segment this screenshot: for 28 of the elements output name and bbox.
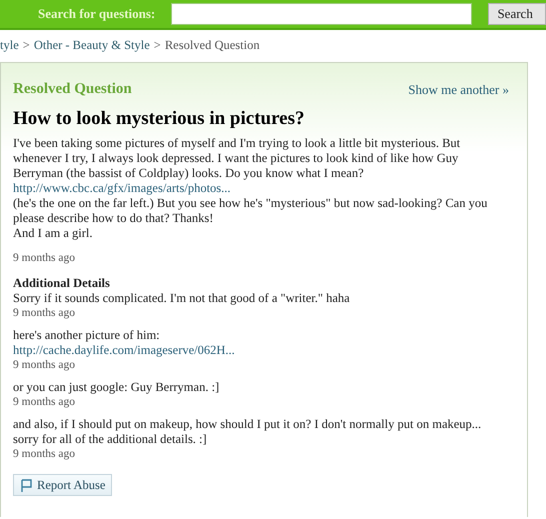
breadcrumb-link[interactable]: Other - Beauty & Style [34,38,150,56]
flag-icon [20,478,33,492]
breadcrumb-separator: > [154,38,161,54]
url-link[interactable]: http://www.cbc.ca/gfx/images/arts/photos... [13,181,231,196]
paragraph: or you can just google: Guy Berryman. :] [13,380,220,395]
search-button[interactable]: Search [488,3,546,25]
breadcrumb-separator: > [22,38,30,54]
paragraph: I've been taking some pictures of myself and I'm trying to look a little bit mysterious. But whenever I try, I always look depressed. I want the pictures to look kind of like how Guy Berryman (the bassist of Coldplay) looks. Do you know what I mean? [13,136,462,181]
paragraph: Sorry if it sounds complicated. I'm not that good of a "writer." haha [13,291,351,306]
paragraph: (he's the one on the far left.) But you see how he's "mysterious" but now sad-looking? Can you please describe how to do that? Thanks! [13,196,488,226]
breadcrumb-current: Resolved Question [164,38,260,54]
paragraph: and also, if I should put on makeup, how should I put it on? I don't normally put on makeup... sorry for all of the additional details. :] [13,417,482,447]
timestamp: 9 months ago [13,307,75,319]
details-heading: Additional Details [13,276,110,291]
section-heading: Resolved Question [13,81,132,98]
report-abuse-button[interactable]: Report Abuse [13,474,112,496]
show-another-link[interactable]: Show me another » [408,82,509,98]
timestamp: 9 months ago [13,252,75,264]
breadcrumb-link[interactable]: tyle [0,38,19,56]
search-label: Search for questions: [38,6,156,22]
paragraph: here's another picture of him: [13,328,161,343]
url-link[interactable]: http://cache.daylife.com/imageserve/062H... [13,343,235,358]
timestamp: 9 months ago [13,448,75,460]
search-field[interactable] [171,3,472,25]
timestamp: 9 months ago [13,396,75,408]
paragraph: And I am a girl. [13,226,94,241]
timestamp: 9 months ago [13,359,75,371]
question-title: How to look mysterious in pictures? [13,108,306,130]
